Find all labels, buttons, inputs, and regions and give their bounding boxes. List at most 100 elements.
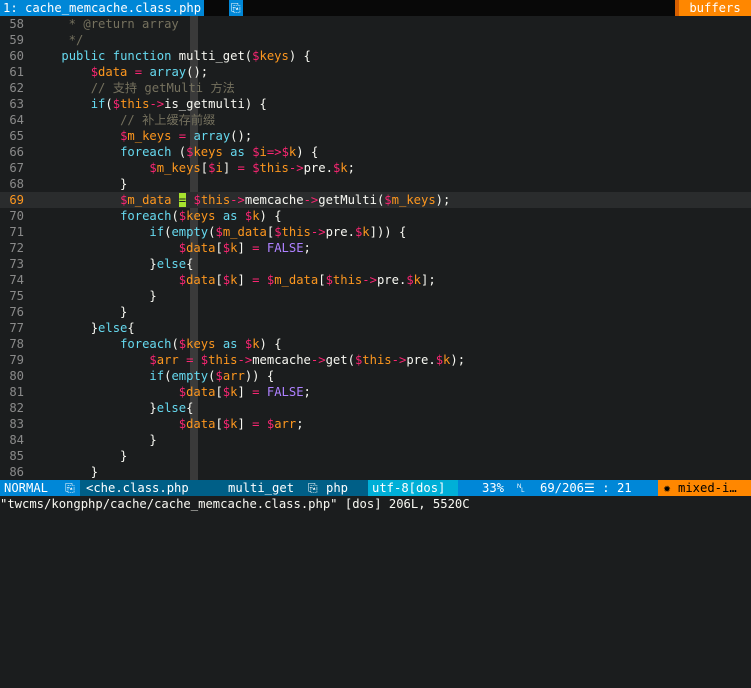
code-token: ->: [149, 97, 165, 111]
code-token: multi_get(: [171, 49, 253, 63]
code-token: $: [178, 417, 187, 431]
code-text: $data = array();: [32, 64, 208, 80]
code-line[interactable]: 62 // 支持 getMulti 方法: [0, 80, 751, 96]
code-line[interactable]: 69 $m_data = $this->memcache->getMulti($…: [0, 192, 751, 208]
code-token: else: [156, 257, 187, 271]
code-line[interactable]: 72 $data[$k] = FALSE;: [0, 240, 751, 256]
code-line[interactable]: 85 }: [0, 448, 751, 464]
code-token: [: [215, 417, 223, 431]
code-line[interactable]: 59 */: [0, 32, 751, 48]
code-line[interactable]: 74 $data[$k] = $m_data[$this->pre.$k];: [0, 272, 751, 288]
code-line[interactable]: 67 $m_keys[$i] = $this->pre.$k;: [0, 160, 751, 176]
code-line[interactable]: 60 public function multi_get($keys) {: [0, 48, 751, 64]
line-number: 80: [9, 369, 24, 383]
code-text: }: [32, 464, 98, 480]
code-token: $: [112, 97, 121, 111]
code-line[interactable]: 81 $data[$k] = FALSE;: [0, 384, 751, 400]
code-text: $m_keys = array();: [32, 128, 252, 144]
line-number: 63: [9, 97, 24, 111]
code-token: array: [193, 129, 231, 143]
code-token: $: [384, 193, 392, 207]
line-number: 69: [9, 193, 24, 207]
code-token: keys: [259, 49, 289, 63]
line-number: 76: [9, 305, 24, 319]
code-line[interactable]: 80 if(empty($arr)) {: [0, 368, 751, 384]
code-line[interactable]: 75 }: [0, 288, 751, 304]
code-token: k: [362, 225, 370, 239]
editor[interactable]: 58 * @return array 59 */60 public functio…: [0, 16, 751, 480]
code-token: ();: [230, 129, 253, 143]
code-token: (: [105, 97, 113, 111]
code-token: get(: [325, 353, 355, 367]
code-token: data: [186, 273, 216, 287]
line-number: 73: [9, 257, 24, 271]
code-token: arr: [274, 417, 297, 431]
buffers-label[interactable]: buffers: [679, 0, 751, 16]
code-line[interactable]: 73 }else{: [0, 256, 751, 272]
code-token: this: [362, 353, 392, 367]
code-text: $m_data = $this->memcache->getMulti($m_k…: [32, 192, 450, 208]
code-text: $arr = $this->memcache->get($this->pre.$…: [32, 352, 465, 368]
code-token: $: [281, 145, 289, 159]
code-line[interactable]: 79 $arr = $this->memcache->get($this->pr…: [0, 352, 751, 368]
code-line[interactable]: 70 foreach($keys as $k) {: [0, 208, 751, 224]
code-text: if($this->is_getmulti) {: [32, 96, 267, 112]
code-line[interactable]: 84 }: [0, 432, 751, 448]
code-line[interactable]: 63 if($this->is_getmulti) {: [0, 96, 751, 112]
code-text: foreach($keys as $k) {: [32, 336, 282, 352]
tab-active[interactable]: 1: cache_memcache.class.php: [0, 0, 205, 16]
code-line[interactable]: 78 foreach($keys as $k) {: [0, 336, 751, 352]
code-token: $: [252, 49, 260, 63]
code-token: keys: [193, 145, 223, 159]
code-token: );: [435, 193, 451, 207]
code-line[interactable]: 76 }: [0, 304, 751, 320]
code-token: is_getmulti) {: [164, 97, 267, 111]
line-number: 75: [9, 289, 24, 303]
code-token: $: [193, 193, 201, 207]
code-line[interactable]: 65 $m_keys = array();: [0, 128, 751, 144]
code-token: {: [186, 401, 194, 415]
code-token: $: [435, 353, 444, 367]
code-token: this: [200, 193, 231, 207]
code-token: ) {: [296, 145, 319, 159]
code-line[interactable]: 86 }: [0, 464, 751, 480]
code-token: $: [90, 65, 99, 79]
line-number: 83: [9, 417, 24, 431]
code-text: }else{: [32, 400, 193, 416]
code-line[interactable]: 82 }else{: [0, 400, 751, 416]
code-line[interactable]: 77 }else{: [0, 320, 751, 336]
line-number: 61: [9, 65, 24, 79]
code-line[interactable]: 68 }: [0, 176, 751, 192]
code-line[interactable]: 71 if(empty($m_data[$this->pre.$k])) {: [0, 224, 751, 240]
code-token: m_keys: [127, 129, 172, 143]
code-token: $: [406, 273, 414, 287]
code-text: foreach ($keys as $i=>$k) {: [32, 144, 318, 160]
code-text: * @return array: [32, 16, 179, 32]
code-line[interactable]: 64 // 补上缓存前缀: [0, 112, 751, 128]
warning-icon: ✹: [658, 480, 676, 496]
code-token: getMulti(: [318, 193, 385, 207]
code-line[interactable]: 83 $data[$k] = $arr;: [0, 416, 751, 432]
code-token: m_data: [274, 273, 319, 287]
code-line[interactable]: 66 foreach ($keys as $i=>$k) {: [0, 144, 751, 160]
code-token: arr: [156, 353, 179, 367]
code-text: $data[$k] = FALSE;: [32, 384, 311, 400]
code-token: FALSE: [266, 385, 304, 399]
code-token: ;: [296, 417, 304, 431]
code-text: }: [32, 448, 127, 464]
code-text: public function multi_get($keys) {: [32, 48, 311, 64]
code-line[interactable]: 61 $data = array();: [0, 64, 751, 80]
code-token: ->: [391, 353, 407, 367]
statusline-filetype: php: [324, 480, 368, 496]
code-token: =: [252, 385, 260, 399]
command-line[interactable]: "twcms/kongphp/cache/cache_memcache.clas…: [0, 496, 751, 512]
code-token: this: [332, 273, 363, 287]
code-token: foreach: [120, 145, 172, 159]
code-token: * @return array: [32, 17, 179, 31]
code-line[interactable]: 58 * @return array: [0, 16, 751, 32]
